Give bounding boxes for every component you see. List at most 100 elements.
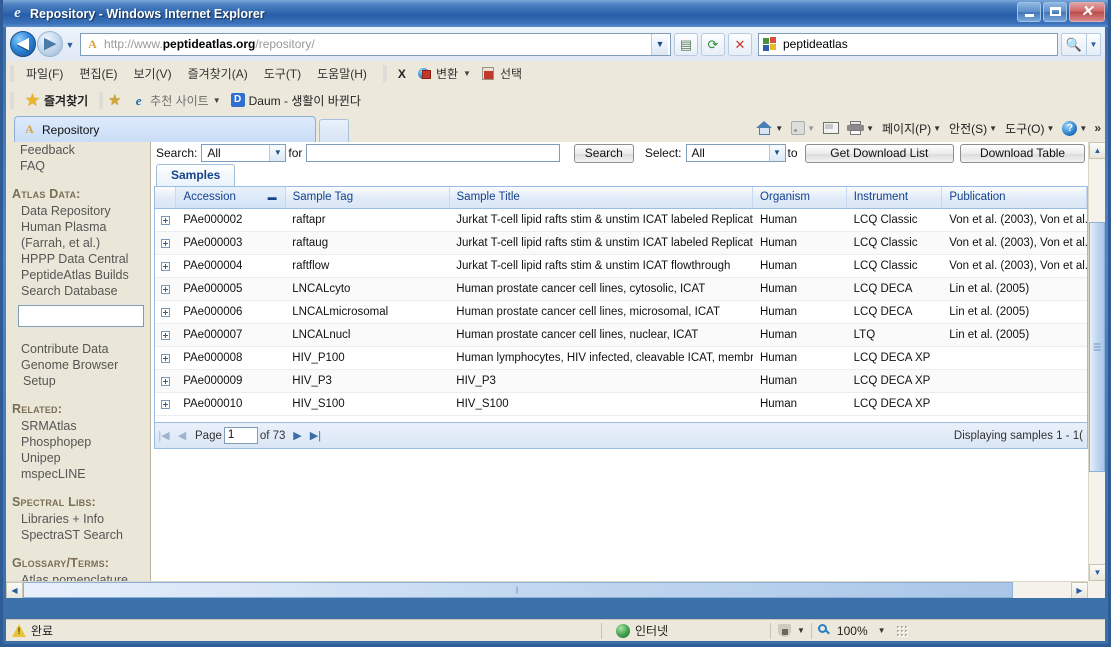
address-input[interactable]: A http://www.peptideatlas.org/repository…: [80, 32, 671, 56]
maximize-button[interactable]: [1043, 2, 1067, 22]
forward-button[interactable]: ▶: [37, 31, 63, 57]
horizontal-scroll-thumb[interactable]: [23, 582, 1013, 598]
row-expand-button[interactable]: [155, 209, 176, 231]
table-row[interactable]: PAe000009 HIV_P3 HIV_P3 Human LCQ DECA X…: [155, 370, 1087, 393]
new-tab-button[interactable]: [319, 119, 349, 142]
row-expand-button[interactable]: [155, 370, 176, 392]
scroll-left-button[interactable]: ◀: [6, 582, 23, 598]
select-scope-select[interactable]: All ▼: [685, 144, 786, 162]
sidebar-item-srmatlas[interactable]: SRMAtlas: [12, 418, 150, 434]
table-row[interactable]: PAe000010 HIV_S100 HIV_S100 Human LCQ DE…: [155, 393, 1087, 416]
back-button[interactable]: ◀: [10, 31, 36, 57]
close-button[interactable]: ✕: [1069, 2, 1105, 22]
table-row[interactable]: PAe000005 LNCALcyto Human prostate cance…: [155, 278, 1087, 301]
convert-button[interactable]: 변환: [413, 64, 463, 83]
convert-caret-icon[interactable]: ▼: [463, 69, 471, 78]
page-menu-button[interactable]: 페이지(P) ▼: [878, 119, 945, 138]
first-page-button[interactable]: |◀: [155, 429, 173, 442]
page-vertical-scrollbar[interactable]: ▲ ▼: [1088, 142, 1105, 581]
search-term-input[interactable]: [306, 144, 560, 162]
daum-bookmark[interactable]: D Daum - 생활이 바뀐다: [226, 90, 366, 111]
row-expand-button[interactable]: [155, 255, 176, 277]
row-expand-button[interactable]: [155, 278, 176, 300]
table-row[interactable]: PAe000007 LNCALnucl Human prostate cance…: [155, 324, 1087, 347]
search-go-button[interactable]: 🔍: [1061, 32, 1087, 56]
favorites-button[interactable]: ★ 즐겨찾기: [18, 90, 95, 111]
search-input[interactable]: peptideatlas: [758, 32, 1058, 56]
grid-header-sample-tag[interactable]: Sample Tag: [286, 187, 450, 208]
home-button[interactable]: ▼: [752, 120, 787, 137]
compatibility-view-icon[interactable]: ▤: [674, 32, 698, 56]
grid-header-organism[interactable]: Organism: [753, 187, 847, 208]
sidebar-item-hppp-data-central[interactable]: HPPP Data Central: [12, 251, 150, 267]
grid-header-publication[interactable]: Publication: [942, 187, 1087, 208]
sidebar-item-unipep[interactable]: Unipep: [12, 450, 150, 466]
grid-header-accession[interactable]: Accession ▬: [176, 187, 286, 208]
sidebar-item-spectrast-search[interactable]: SpectraST Search: [12, 527, 150, 543]
page-number-input[interactable]: 1: [223, 427, 258, 444]
sidebar-item-data-repository[interactable]: Data Repository: [12, 203, 150, 219]
row-expand-button[interactable]: [155, 232, 176, 254]
sidebar-item-farrah-et-al[interactable]: (Farrah, et al.): [12, 235, 150, 251]
menu-file[interactable]: 파일(F): [18, 63, 71, 84]
sidebar-item-mspecline[interactable]: mspecLINE: [12, 466, 150, 482]
sidebar-item-setup[interactable]: Setup: [12, 373, 150, 389]
scroll-down-button[interactable]: ▼: [1089, 564, 1105, 581]
close-toolbar-button[interactable]: X: [391, 65, 413, 83]
tab-repository[interactable]: A Repository: [14, 116, 316, 142]
recent-pages-button[interactable]: ▼: [63, 32, 77, 56]
sidebar-item-genome-browser[interactable]: Genome Browser: [12, 357, 150, 373]
suggested-sites-item[interactable]: e 추천 사이트 ▼: [126, 90, 225, 111]
sidebar-search-input[interactable]: [18, 305, 144, 327]
grid-header-instrument[interactable]: Instrument: [847, 187, 943, 208]
refresh-icon[interactable]: ⟳: [701, 32, 725, 56]
table-row[interactable]: PAe000002 raftapr Jurkat T-cell lipid ra…: [155, 209, 1087, 232]
menu-edit[interactable]: 편집(E): [71, 63, 125, 84]
minimize-button[interactable]: [1017, 2, 1041, 22]
row-expand-button[interactable]: [155, 324, 176, 346]
zoom-control[interactable]: 100% ▼: [812, 622, 892, 640]
search-scope-select[interactable]: All ▼: [201, 144, 287, 162]
sidebar-item-contribute-data[interactable]: Contribute Data: [12, 341, 150, 357]
add-to-favorites-icon[interactable]: ★: [107, 93, 122, 108]
prev-page-button[interactable]: ◀: [173, 429, 191, 442]
read-mail-button[interactable]: [819, 121, 843, 135]
table-row[interactable]: PAe000006 LNCALmicrosomal Human prostate…: [155, 301, 1087, 324]
table-row[interactable]: PAe000004 raftflow Jurkat T-cell lipid r…: [155, 255, 1087, 278]
help-menu-button[interactable]: ? ▼: [1058, 120, 1091, 137]
feeds-button[interactable]: ▼: [787, 120, 819, 136]
scroll-up-button[interactable]: ▲: [1089, 142, 1105, 159]
download-table-button[interactable]: Download Table: [960, 143, 1085, 163]
menu-help[interactable]: 도움말(H): [309, 63, 375, 84]
get-download-list-button[interactable]: Get Download List: [804, 143, 955, 163]
sidebar-item-human-plasma[interactable]: Human Plasma: [12, 219, 150, 235]
stop-icon[interactable]: ✕: [728, 32, 752, 56]
vertical-scroll-thumb[interactable]: [1089, 222, 1105, 472]
sidebar-item-search-database[interactable]: Search Database: [12, 283, 150, 299]
overflow-chevron-icon[interactable]: »: [1091, 121, 1101, 135]
menu-tools[interactable]: 도구(T): [256, 63, 309, 84]
sidebar-item-atlas-nomenclature[interactable]: Atlas nomenclature: [12, 572, 150, 581]
table-row[interactable]: PAe000008 HIV_P100 Human lymphocytes, HI…: [155, 347, 1087, 370]
search-provider-caret-icon[interactable]: ▼: [1087, 32, 1101, 56]
sidebar-item-feedback[interactable]: Feedback: [12, 142, 150, 158]
tab-samples[interactable]: Samples: [156, 164, 236, 186]
menu-favorites[interactable]: 즐겨찾기(A): [180, 63, 256, 84]
protected-mode-indicator[interactable]: ▼: [771, 622, 811, 640]
security-zone[interactable]: 인터넷: [602, 622, 770, 640]
row-expand-button[interactable]: [155, 393, 176, 415]
resize-grip[interactable]: [895, 624, 908, 637]
address-dropdown-button[interactable]: ▼: [651, 33, 668, 55]
sidebar-item-phosphopep[interactable]: Phosphopep: [12, 434, 150, 450]
last-page-button[interactable]: ▶|: [306, 429, 324, 442]
print-button[interactable]: ▼: [843, 120, 878, 136]
table-row[interactable]: PAe000003 raftaug Jurkat T-cell lipid ra…: [155, 232, 1087, 255]
row-expand-button[interactable]: [155, 301, 176, 323]
sidebar-item-peptideatlas-builds[interactable]: PeptideAtlas Builds: [12, 267, 150, 283]
tools-menu-button[interactable]: 도구(O) ▼: [1001, 119, 1058, 138]
row-expand-button[interactable]: [155, 347, 176, 369]
scroll-right-button[interactable]: ▶: [1071, 582, 1088, 598]
grid-header-sample-title[interactable]: Sample Title: [450, 187, 754, 208]
search-button[interactable]: Search: [573, 143, 634, 163]
safety-menu-button[interactable]: 안전(S) ▼: [945, 119, 1001, 138]
